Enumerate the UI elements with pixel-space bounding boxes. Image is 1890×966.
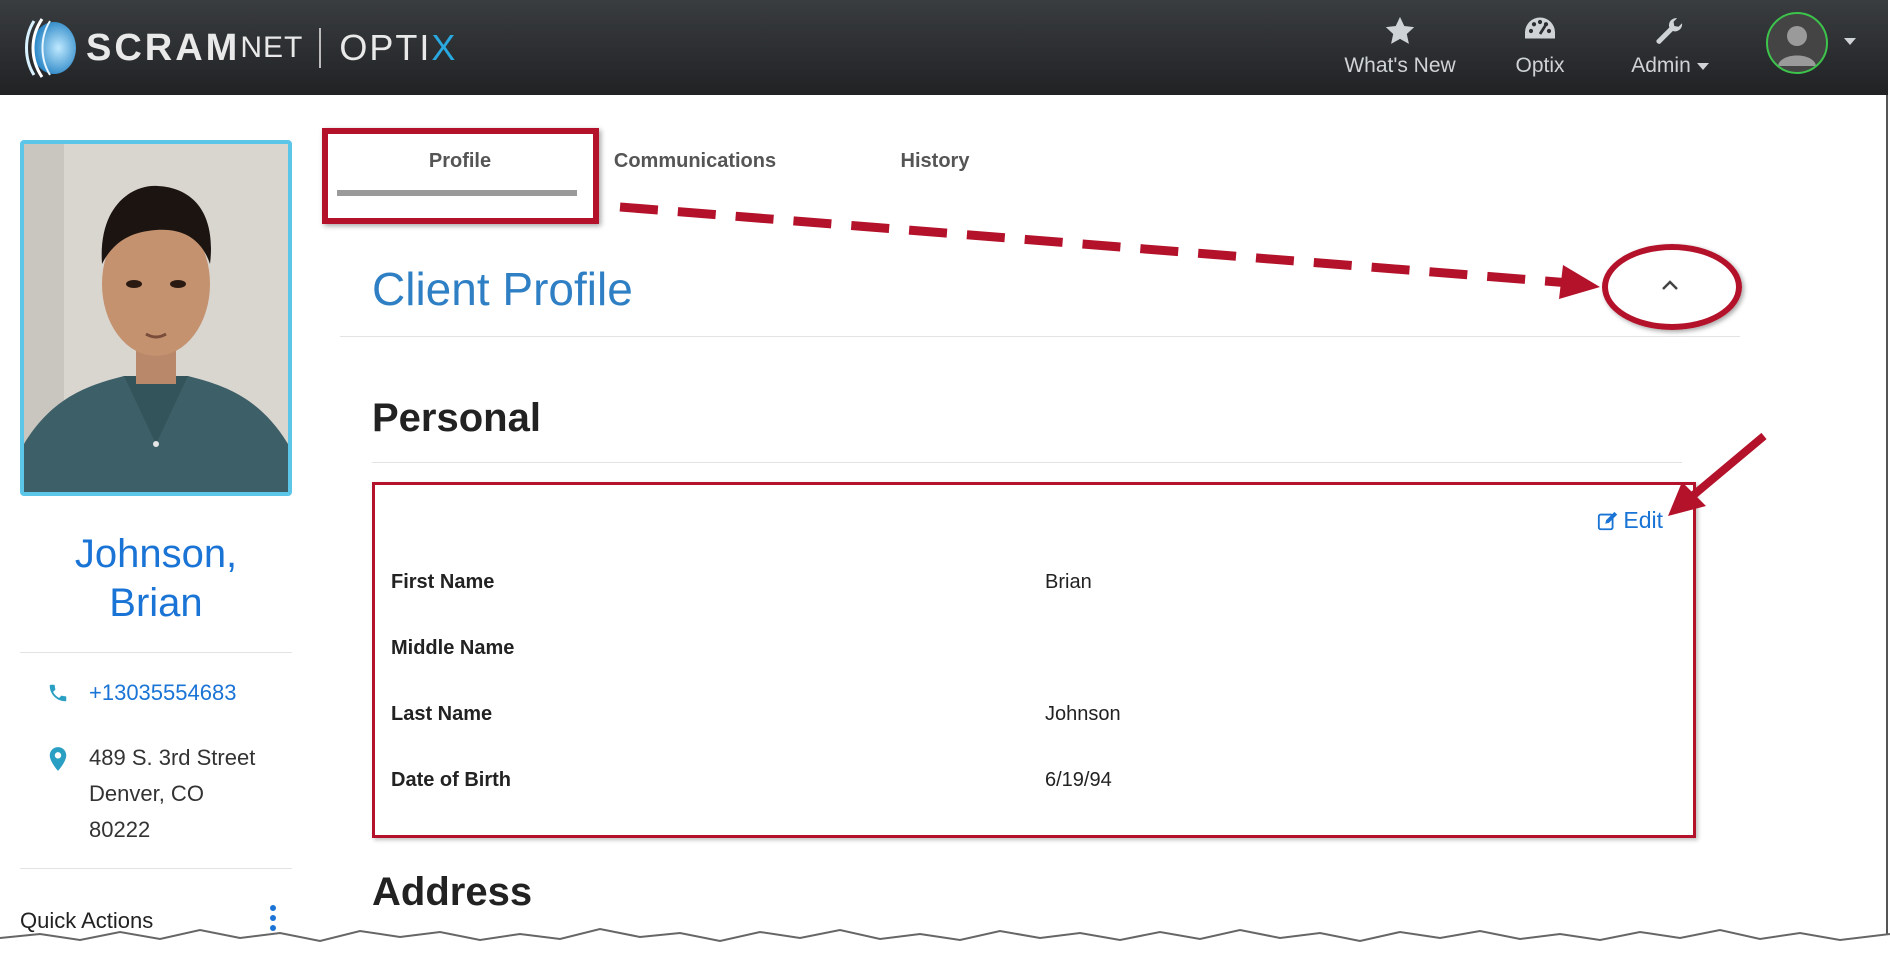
nav-admin-label: Admin — [1631, 54, 1691, 77]
top-navbar: SCRAM NET OPTIX What's New Optix Admin — [0, 0, 1888, 95]
annotation-highlight-box — [322, 128, 599, 224]
divider — [372, 462, 1682, 463]
window-frame: SCRAM NET OPTIX What's New Optix Admin J… — [0, 0, 1890, 966]
kebab-dot — [270, 905, 276, 911]
nav-whats-new[interactable]: What's New — [1340, 12, 1460, 82]
user-avatar — [1766, 12, 1828, 74]
brand-optix-main: OPTI — [339, 27, 432, 68]
divider — [20, 652, 292, 653]
edit-button[interactable]: Edit — [1597, 507, 1663, 534]
divider — [20, 868, 292, 869]
client-first-name: Brian — [109, 581, 203, 625]
field-label: Last Name — [391, 703, 493, 725]
nav-optix[interactable]: Optix — [1510, 12, 1570, 82]
tab-history[interactable]: History — [840, 150, 1030, 173]
torn-edge-decoration — [0, 927, 1890, 966]
field-value: Brian — [1045, 571, 1092, 593]
brand-scram: SCRAM — [86, 26, 241, 69]
field-label: Date of Birth — [391, 769, 511, 791]
client-address-lines: 489 S. 3rd Street Denver, CO 80222 — [89, 740, 255, 848]
annotation-dashed-arrow — [619, 202, 1600, 299]
field-value: Johnson — [1045, 703, 1121, 725]
annotation-highlight-ellipse — [1602, 244, 1742, 330]
nav-whats-new-label: What's New — [1344, 54, 1456, 77]
personal-heading: Personal — [372, 396, 541, 440]
brand-divider — [319, 28, 322, 68]
chevron-down-icon — [1696, 62, 1709, 70]
brand-net: NET — [240, 31, 304, 64]
nav-optix-label: Optix — [1515, 54, 1565, 77]
client-name: Johnson, Brian — [20, 530, 292, 628]
address-line-2: Denver, CO — [89, 781, 204, 806]
edit-icon — [1598, 511, 1618, 530]
client-portrait-image — [24, 144, 288, 492]
annotation-arrow — [1668, 432, 1767, 516]
client-address: 489 S. 3rd Street Denver, CO 80222 — [47, 740, 255, 848]
address-line-1: 489 S. 3rd Street — [89, 745, 256, 770]
user-silhouette-icon — [1778, 26, 1816, 66]
wrench-icon — [1656, 18, 1683, 44]
star-icon — [1385, 16, 1415, 44]
tab-communications[interactable]: Communications — [590, 150, 800, 173]
client-phone: +13035554683 — [89, 680, 237, 705]
dashboard-gauge-icon — [1525, 17, 1555, 39]
client-phone-link[interactable]: +13035554683 — [47, 680, 236, 706]
phone-icon — [49, 684, 67, 702]
map-pin-icon — [49, 747, 67, 771]
personal-info-card: Edit First Name Brian Middle Name Last N… — [372, 482, 1696, 838]
client-photo — [20, 140, 292, 496]
edit-label: Edit — [1623, 507, 1663, 533]
address-line-3: 80222 — [89, 817, 151, 842]
chevron-down-icon — [1844, 38, 1856, 45]
scramnet-swoosh-icon — [25, 18, 76, 78]
app-logo[interactable]: SCRAM NET OPTIX — [20, 12, 457, 84]
page-title: Client Profile — [372, 263, 633, 315]
brand-optix-x: X — [431, 27, 458, 68]
divider — [340, 336, 1740, 337]
brand-optix: OPTIX — [339, 27, 457, 69]
address-heading: Address — [372, 870, 533, 914]
field-label: Middle Name — [391, 637, 515, 659]
field-value: 6/19/94 — [1045, 769, 1112, 791]
nav-admin-dropdown[interactable]: Admin — [1620, 12, 1720, 82]
field-label: First Name — [391, 571, 495, 593]
user-menu-dropdown[interactable] — [1766, 12, 1866, 76]
client-last-name: Johnson, — [74, 532, 238, 576]
